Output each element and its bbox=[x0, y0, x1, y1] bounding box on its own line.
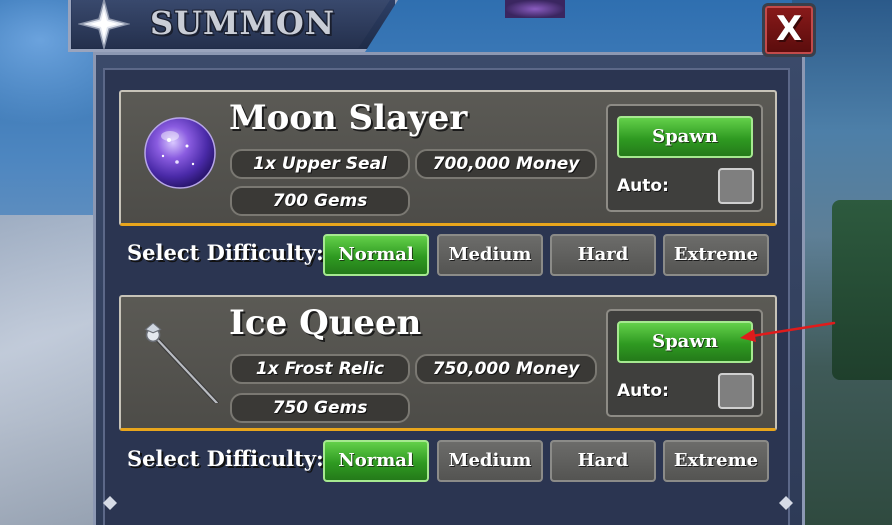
boss-card-moon-slayer: Moon Slayer 1x Upper Seal 700,000 Money … bbox=[119, 90, 777, 226]
difficulty-row-moon-slayer: Select Difficulty: Normal Medium Hard Ex… bbox=[119, 231, 777, 283]
spawn-button[interactable]: Spawn bbox=[617, 116, 753, 158]
difficulty-medium-button[interactable]: Medium bbox=[437, 440, 543, 482]
annotation-arrow-icon bbox=[740, 321, 836, 342]
spawn-panel: Spawn Auto: bbox=[606, 104, 763, 212]
difficulty-extreme-button[interactable]: Extreme bbox=[663, 440, 769, 482]
difficulty-normal-button[interactable]: Normal bbox=[323, 440, 429, 482]
requirement-gems: 700 Gems bbox=[230, 186, 410, 216]
purple-orb-icon bbox=[144, 117, 216, 189]
background-tree bbox=[832, 200, 892, 380]
auto-label: Auto: bbox=[617, 176, 669, 196]
difficulty-extreme-button[interactable]: Extreme bbox=[663, 234, 769, 276]
requirement-money: 700,000 Money bbox=[415, 149, 597, 179]
requirement-money: 750,000 Money bbox=[415, 354, 597, 384]
background-purple-glow bbox=[505, 0, 565, 18]
auto-checkbox[interactable] bbox=[718, 168, 754, 204]
auto-label: Auto: bbox=[617, 381, 669, 401]
boss-name: Ice Queen bbox=[229, 303, 422, 343]
difficulty-label: Select Difficulty: bbox=[127, 240, 324, 265]
boss-name: Moon Slayer bbox=[229, 98, 468, 138]
ice-staff-icon bbox=[144, 323, 219, 403]
requirement-item: 1x Upper Seal bbox=[230, 149, 410, 179]
difficulty-hard-button[interactable]: Hard bbox=[550, 234, 656, 276]
window-title: SUMMON bbox=[150, 4, 335, 42]
close-icon: X bbox=[775, 9, 803, 49]
requirement-gems: 750 Gems bbox=[230, 393, 410, 423]
difficulty-normal-button[interactable]: Normal bbox=[323, 234, 429, 276]
difficulty-medium-button[interactable]: Medium bbox=[437, 234, 543, 276]
sparkle-star-icon bbox=[78, 0, 130, 50]
difficulty-label: Select Difficulty: bbox=[127, 446, 324, 471]
difficulty-hard-button[interactable]: Hard bbox=[550, 440, 656, 482]
difficulty-row-ice-queen: Select Difficulty: Normal Medium Hard Ex… bbox=[119, 437, 777, 489]
auto-checkbox[interactable] bbox=[718, 373, 754, 409]
close-button[interactable]: X bbox=[762, 3, 816, 57]
requirement-item: 1x Frost Relic bbox=[230, 354, 410, 384]
boss-card-ice-queen: Ice Queen 1x Frost Relic 750,000 Money 7… bbox=[119, 295, 777, 431]
